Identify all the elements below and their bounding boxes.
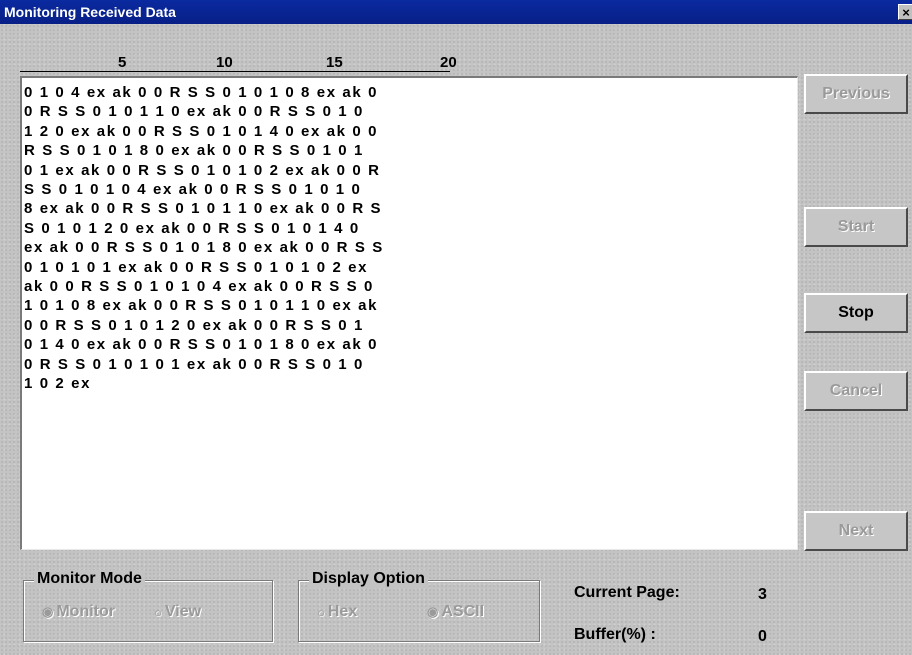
radio-monitor[interactable]: ◉ Monitor xyxy=(42,603,115,621)
data-line: S 0 1 0 1 2 0 ex ak 0 0 R S S 0 1 0 1 4 … xyxy=(24,219,360,237)
radio-selected-icon: ◉ xyxy=(427,604,439,619)
radio-hex[interactable]: ○ Hex xyxy=(317,603,357,621)
close-icon[interactable]: × xyxy=(898,4,912,20)
data-line: 0 1 4 0 ex ak 0 0 R S S 0 1 0 1 8 0 ex a… xyxy=(24,336,379,354)
radio-selected-icon: ◉ xyxy=(42,604,54,619)
display-option-legend: Display Option xyxy=(309,570,428,588)
buffer-value: 0 xyxy=(758,628,767,645)
previous-button[interactable]: Previous xyxy=(804,74,908,114)
received-data-textarea[interactable]: 0 1 0 4 ex ak 0 0 R S S 0 1 0 1 0 8 ex a… xyxy=(20,76,798,550)
data-line: 8 ex ak 0 0 R S S 0 1 0 1 1 0 ex ak 0 0 … xyxy=(24,200,383,218)
data-line: 0 1 0 1 0 1 ex ak 0 0 R S S 0 1 0 1 0 2 … xyxy=(24,258,369,276)
data-line: 0 1 ex ak 0 0 R S S 0 1 0 1 0 2 ex ak 0 … xyxy=(24,161,381,179)
radio-ascii-label: ASCII xyxy=(441,603,485,620)
cancel-button[interactable]: Cancel xyxy=(804,371,908,411)
column-ruler: 5 10 15 20 xyxy=(20,54,457,72)
data-line: 0 R S S 0 1 0 1 1 0 ex ak 0 0 R S S 0 1 … xyxy=(24,103,364,121)
radio-hex-label: Hex xyxy=(327,603,358,620)
display-option-group: Display Option ○ Hex ◉ ASCII xyxy=(298,570,540,642)
buffer-label: Buffer(%) : xyxy=(574,626,656,643)
stop-button[interactable]: Stop xyxy=(804,293,908,333)
radio-unselected-icon: ○ xyxy=(317,604,325,620)
data-line: ex ak 0 0 R S S 0 1 0 1 8 0 ex ak 0 0 R … xyxy=(24,239,384,257)
data-line: 1 0 2 ex xyxy=(24,375,92,393)
ruler-mark-15: 15 xyxy=(326,54,343,71)
ruler-mark-5: 5 xyxy=(118,54,127,71)
data-line: ak 0 0 R S S 0 1 0 1 0 4 ex ak 0 0 R S S… xyxy=(24,278,374,296)
data-line: 0 1 0 4 ex ak 0 0 R S S 0 1 0 1 0 8 ex a… xyxy=(24,84,379,101)
radio-unselected-icon: ○ xyxy=(154,604,162,620)
data-line: S S 0 1 0 1 0 4 ex ak 0 0 R S S 0 1 0 1 … xyxy=(24,181,362,199)
window-title: Monitoring Received Data xyxy=(4,4,176,20)
data-line: 0 R S S 0 1 0 1 0 1 ex ak 0 0 R S S 0 1 … xyxy=(24,355,364,373)
title-bar: Monitoring Received Data × xyxy=(0,0,912,24)
radio-view-label: View xyxy=(164,603,202,620)
monitoring-window: Monitoring Received Data × 5 10 15 20 0 … xyxy=(0,0,912,655)
ruler-mark-10: 10 xyxy=(216,54,233,71)
monitor-mode-legend: Monitor Mode xyxy=(34,570,145,588)
data-line: R S S 0 1 0 1 8 0 ex ak 0 0 R S S 0 1 0 … xyxy=(24,142,364,160)
radio-ascii[interactable]: ◉ ASCII xyxy=(427,603,484,621)
ruler-mark-20: 20 xyxy=(440,54,457,71)
next-button[interactable]: Next xyxy=(804,511,908,551)
radio-monitor-label: Monitor xyxy=(56,603,115,620)
data-line: 1 2 0 ex ak 0 0 R S S 0 1 0 1 4 0 ex ak … xyxy=(24,122,379,140)
current-page-label: Current Page: xyxy=(574,584,680,601)
start-button[interactable]: Start xyxy=(804,207,908,247)
data-line: 0 0 R S S 0 1 0 1 2 0 ex ak 0 0 R S S 0 … xyxy=(24,316,364,334)
current-page-value: 3 xyxy=(758,586,767,603)
radio-view[interactable]: ○ View xyxy=(154,603,201,621)
data-line: 1 0 1 0 8 ex ak 0 0 R S S 0 1 0 1 1 0 ex… xyxy=(24,297,379,315)
monitor-mode-group: Monitor Mode ◉ Monitor ○ View xyxy=(23,570,273,642)
